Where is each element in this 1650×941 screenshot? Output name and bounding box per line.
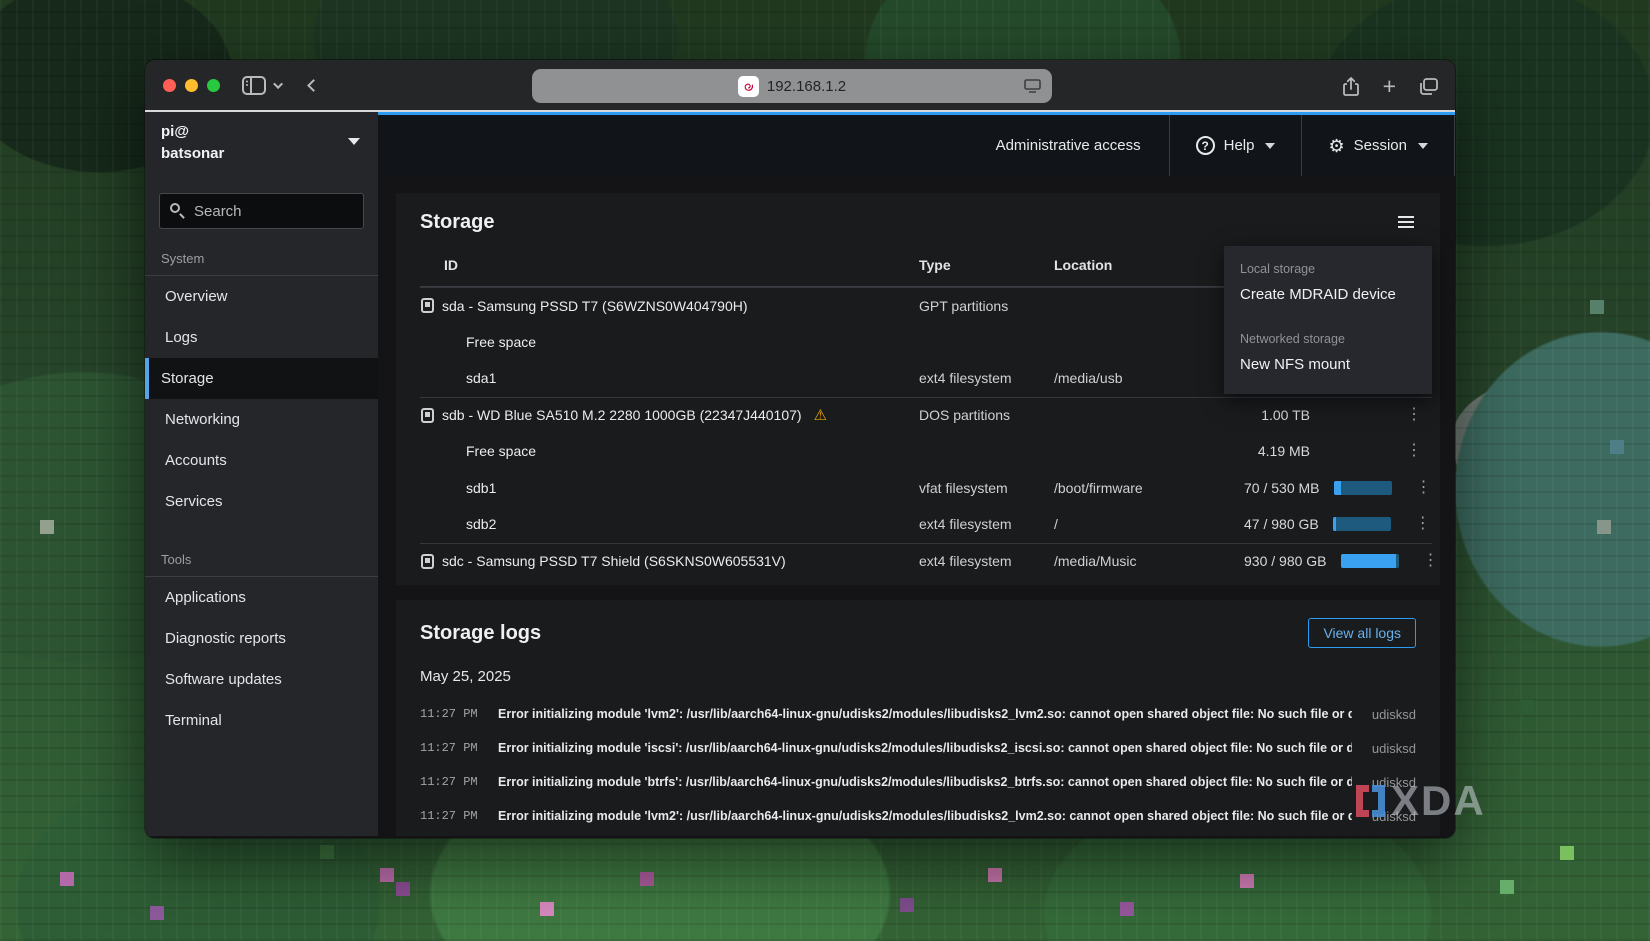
url-bar[interactable]: 192.168.1.2 (532, 69, 1052, 103)
sidebar-item-terminal[interactable]: Terminal (145, 700, 378, 741)
sidebar-item-logs[interactable]: Logs (145, 317, 378, 358)
help-menu-button[interactable]: ? Help (1169, 115, 1302, 176)
drive-icon (421, 408, 434, 423)
background-pixels (0, 0, 14, 14)
debian-favicon (738, 76, 759, 97)
cockpit-app: pi@ batsonar System Overview Logs Storag… (145, 112, 1455, 836)
log-entry[interactable]: 11:27 PM Error initializing module 'btrf… (420, 765, 1416, 799)
minimize-window-button[interactable] (185, 79, 198, 92)
search-icon (170, 203, 180, 213)
kebab-menu-button[interactable]: ⋮ (1406, 480, 1442, 496)
table-row-sdc[interactable]: sdc - Samsung PSSD T7 Shield (S6SKNS0W60… (420, 543, 1432, 580)
sidebar-item-diagnostic-reports[interactable]: Diagnostic reports (145, 618, 378, 659)
table-row-sdb-free[interactable]: Free space 4.19 MB ⋮ (420, 433, 1432, 470)
column-id: ID (420, 257, 919, 273)
back-button-icon[interactable] (307, 79, 320, 92)
table-row-sdb1[interactable]: sdb1 vfat filesystem /boot/firmware 70 /… (420, 470, 1432, 507)
masthead: Administrative access ? Help ⚙ Session (378, 115, 1455, 176)
storage-logs-title: Storage logs (420, 622, 541, 645)
kebab-menu-button[interactable]: ⋮ (1413, 553, 1449, 569)
tab-overview-icon[interactable] (1418, 77, 1439, 96)
storage-actions-dropdown: Local storage Create MDRAID device Netwo… (1224, 246, 1432, 394)
storage-actions-menu-button[interactable] (1396, 209, 1416, 235)
url-text: 192.168.1.2 (767, 78, 846, 95)
usage-bar (1334, 481, 1392, 495)
chevron-down-icon (1418, 143, 1428, 149)
menu-group-local-storage: Local storage (1224, 256, 1432, 280)
log-entry[interactable]: 11:27 PM Error initializing module 'lvm2… (420, 799, 1416, 833)
storage-title: Storage (420, 211, 494, 234)
browser-window: 192.168.1.2 + pi@ batsonar (145, 60, 1455, 838)
main-area: Administrative access ? Help ⚙ Session S… (378, 112, 1455, 836)
nav-section-tools: Tools (145, 552, 378, 577)
drive-icon (421, 298, 434, 313)
sidebar-item-accounts[interactable]: Accounts (145, 440, 378, 481)
table-row-sdb[interactable]: sdb - WD Blue SA510 M.2 2280 1000GB (223… (420, 397, 1432, 434)
sidebar-item-software-updates[interactable]: Software updates (145, 659, 378, 700)
administrative-access-label[interactable]: Administrative access (996, 137, 1141, 154)
search-container (159, 193, 364, 229)
column-type: Type (919, 257, 1054, 273)
log-entry[interactable]: 11:27 PM Error initializing module 'iscs… (420, 731, 1416, 765)
browser-titlebar: 192.168.1.2 + (145, 60, 1455, 112)
session-menu-button[interactable]: ⚙ Session (1301, 115, 1455, 176)
sidebar-menu-chevron-icon[interactable] (273, 79, 283, 89)
sidebar-item-overview[interactable]: Overview (145, 276, 378, 317)
gear-icon: ⚙ (1328, 137, 1344, 155)
menu-group-networked-storage: Networked storage (1224, 326, 1432, 350)
menu-item-new-nfs-mount[interactable]: New NFS mount (1224, 350, 1432, 382)
new-tab-icon[interactable]: + (1383, 75, 1396, 98)
user-name-top: pi@ (161, 121, 362, 143)
chevron-down-icon (1265, 143, 1275, 149)
log-entry[interactable]: 11:27 PM Error initializing module 'lvm2… (420, 697, 1416, 731)
sidebar-item-applications[interactable]: Applications (145, 577, 378, 618)
menu-item-create-mdraid[interactable]: Create MDRAID device (1224, 280, 1432, 312)
usage-bar (1341, 554, 1399, 568)
column-location: Location (1054, 257, 1244, 273)
xda-bracket-right-icon (1372, 785, 1385, 817)
close-window-button[interactable] (163, 79, 176, 92)
usage-bar (1333, 517, 1391, 531)
page-format-icon[interactable] (1023, 77, 1042, 99)
sidebar: pi@ batsonar System Overview Logs Storag… (145, 112, 378, 836)
content-scroll-area[interactable]: Storage ID Type Location sda - Samsung P… (378, 176, 1455, 836)
storage-logs-card: Storage logs View all logs May 25, 2025 … (396, 600, 1440, 836)
user-name-bottom: batsonar (161, 143, 362, 165)
table-row-sdb2[interactable]: sdb2 ext4 filesystem / 47 / 980 GB ⋮ (420, 506, 1432, 543)
xda-bracket-left-icon (1356, 785, 1369, 817)
warning-icon: ⚠ (814, 406, 827, 424)
sidebar-item-networking[interactable]: Networking (145, 399, 378, 440)
kebab-menu-button[interactable]: ⋮ (1405, 516, 1441, 532)
zoom-window-button[interactable] (207, 79, 220, 92)
kebab-menu-button[interactable]: ⋮ (1396, 407, 1432, 423)
traffic-lights (163, 79, 220, 92)
sidebar-item-services[interactable]: Services (145, 481, 378, 522)
user-menu-chevron-icon (348, 138, 360, 145)
drive-icon (421, 554, 434, 569)
titlebar-right-actions: + (1341, 60, 1439, 112)
sidebar-item-storage[interactable]: Storage (145, 358, 378, 399)
sidebar-toggle-icon[interactable] (242, 76, 266, 95)
help-icon: ? (1196, 136, 1215, 155)
search-input[interactable] (159, 193, 364, 229)
nav-section-system: System (145, 251, 378, 276)
log-date: May 25, 2025 (420, 668, 1416, 685)
share-icon[interactable] (1341, 75, 1361, 97)
xda-watermark: XDA (1356, 780, 1486, 822)
kebab-menu-button[interactable]: ⋮ (1396, 443, 1432, 459)
user-menu[interactable]: pi@ batsonar (145, 112, 378, 173)
view-all-logs-button[interactable]: View all logs (1308, 618, 1416, 648)
storage-card: Storage ID Type Location sda - Samsung P… (396, 193, 1440, 585)
